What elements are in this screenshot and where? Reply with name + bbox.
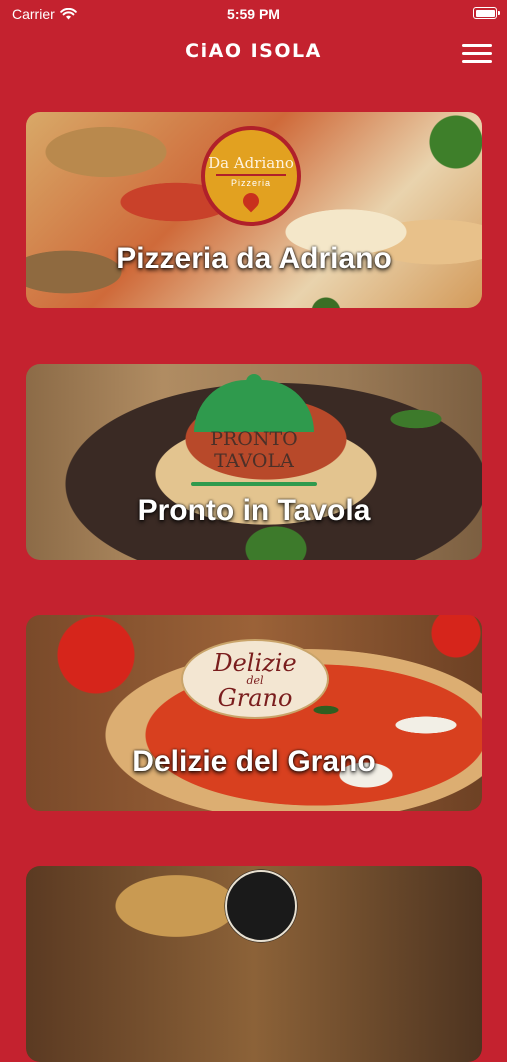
logo-title: Da Adriano [208,154,294,172]
restaurant-card-delizie-del-grano[interactable]: Delizie del Grano Delizie del Grano [26,615,482,811]
logo-line-3: Grano [217,684,293,712]
battery-icon [473,7,500,19]
restaurant-name: Pronto in Tavola [137,494,371,527]
logo-divider [191,482,317,486]
status-time: 5:59 PM [227,6,280,22]
cloche-icon [194,374,314,434]
app-title: CiAO ISOLA [185,40,322,62]
menu-icon[interactable] [462,44,492,64]
logo-line-2: TAVOLA [214,450,294,472]
restaurant-name: Pizzeria da Adriano [116,242,392,275]
nav-bar: CiAO ISOLA [0,30,507,74]
pronto-tavola-logo: PRONTO TAVOLA [26,428,482,472]
restaurant-logo [225,870,297,942]
logo-subtitle: Pizzeria [230,178,271,188]
da-adriano-logo: Da Adriano Pizzeria [201,126,301,226]
status-bar: Carrier 5:59 PM [0,0,507,28]
restaurant-card-pizzeria-da-adriano[interactable]: Da Adriano Pizzeria Pizzeria da Adriano [26,112,482,308]
logo-line-1: PRONTO [210,428,298,450]
restaurant-card-pronto-in-tavola[interactable]: PRONTO TAVOLA Pronto in Tavola [26,364,482,560]
delizie-del-grano-logo: Delizie del Grano [181,639,329,719]
restaurant-name: Delizie del Grano [132,745,376,778]
restaurant-card-partial[interactable] [26,866,482,1062]
logo-line-1: Delizie [213,649,297,677]
flame-icon [239,189,263,213]
